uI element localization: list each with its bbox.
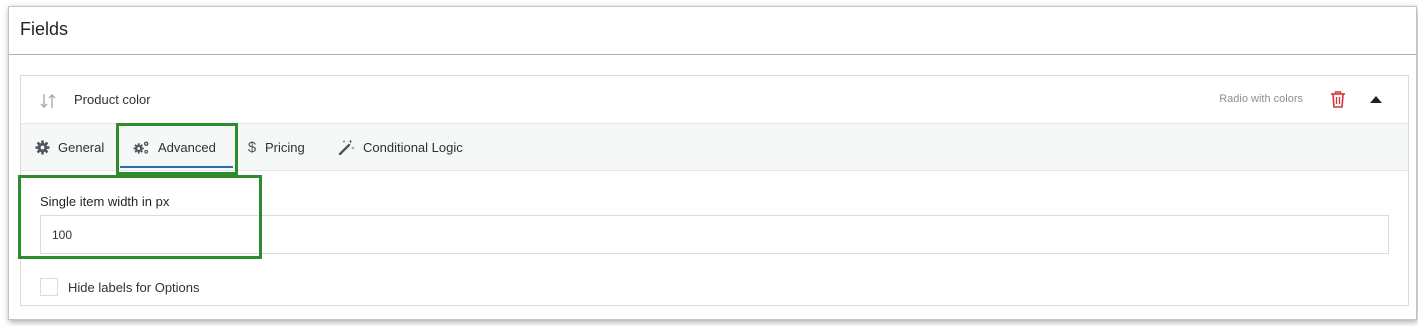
trash-icon[interactable] [1330,90,1346,108]
hide-labels-checkbox[interactable] [40,278,58,296]
hide-labels-label: Hide labels for Options [68,280,200,295]
field-tabs: General Advanced $ Pricing Conditional L… [21,124,1408,171]
magic-wand-icon [338,139,355,155]
dollar-icon: $ [248,139,257,155]
field-type-label: Radio with colors [1219,93,1303,105]
field-card: Product color Radio with colors General … [20,75,1409,306]
svg-text:$: $ [248,139,257,155]
active-tab-indicator [120,166,233,168]
tab-pricing[interactable]: $ Pricing [247,124,305,170]
field-name: Product color [74,92,151,107]
width-label: Single item width in px [40,194,170,209]
tab-advanced-label: Advanced [158,139,216,155]
panel-divider [9,54,1416,55]
tab-general-label: General [58,139,105,155]
field-header[interactable]: Product color Radio with colors [21,76,1408,124]
tab-advanced[interactable]: Advanced [133,124,216,170]
sort-arrows-icon[interactable] [39,92,57,110]
fields-panel: Fields Product color Radio with colors G… [8,6,1417,320]
tab-conditional-logic-label: Conditional Logic [363,139,463,155]
gears-icon [133,141,149,154]
item-width-input[interactable] [40,215,1389,254]
gear-icon [35,139,50,155]
tab-pricing-label: Pricing [265,139,305,155]
tab-conditional-logic[interactable]: Conditional Logic [338,124,463,170]
panel-title: Fields [20,19,69,39]
tab-general[interactable]: General [35,124,104,170]
collapse-caret-icon[interactable] [1370,95,1382,103]
